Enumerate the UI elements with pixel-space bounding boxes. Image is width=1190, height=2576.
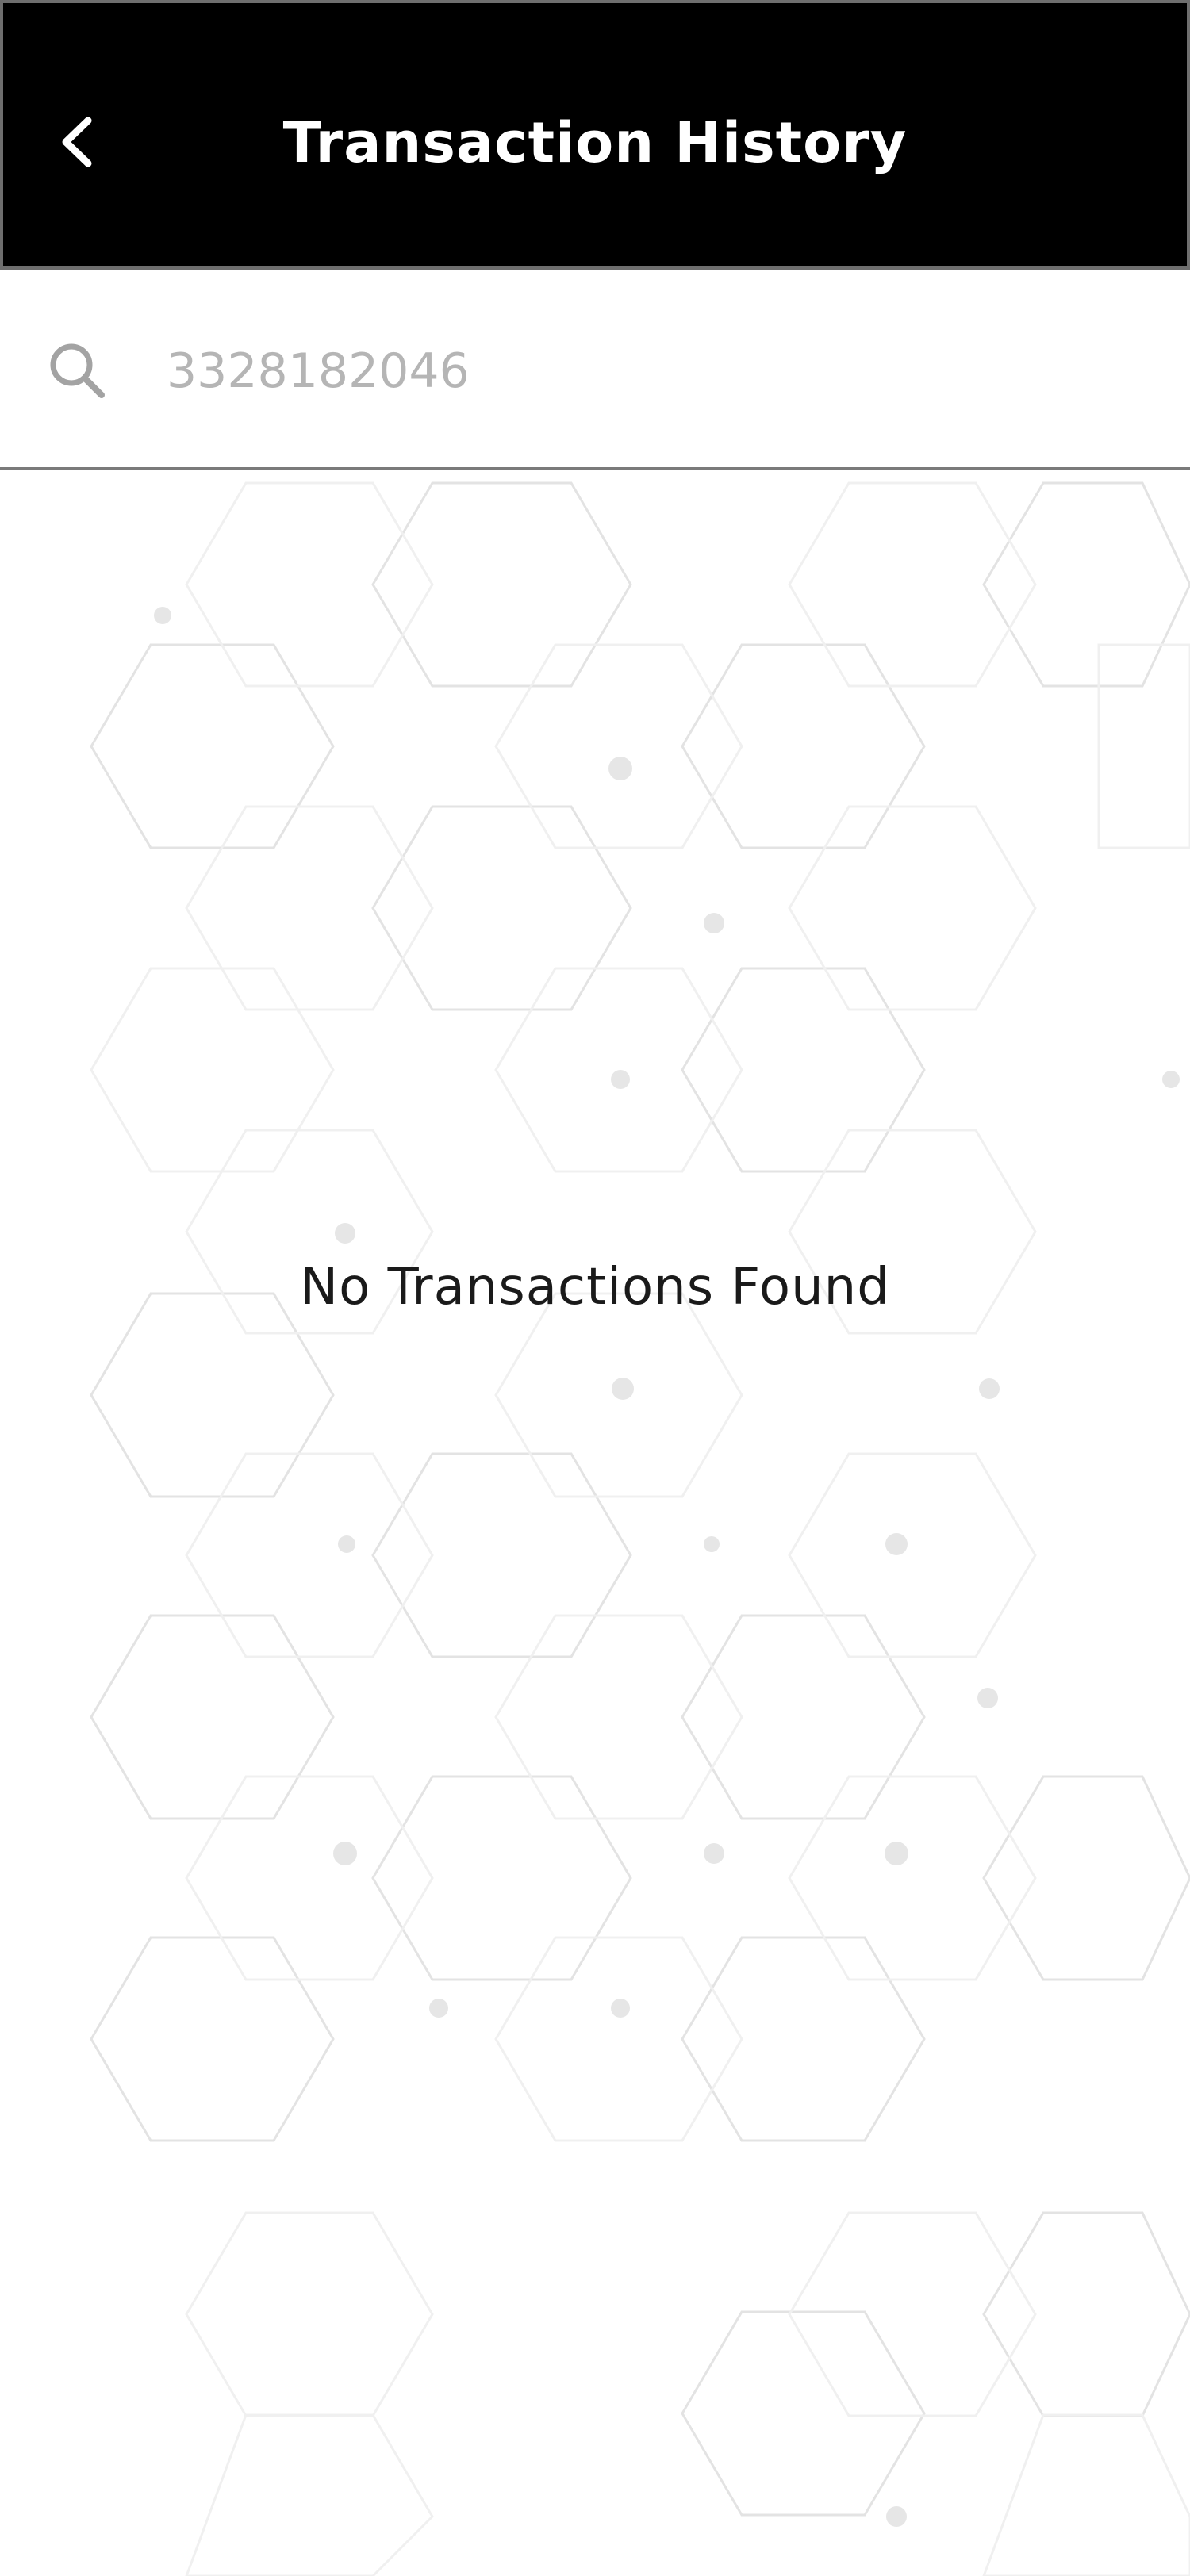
hexagon-background-pattern [90,481,1190,2576]
page-title: Transaction History [282,110,908,175]
search-input[interactable] [167,332,1119,411]
app-header: Transaction History [0,0,1190,270]
empty-state-message: No Transactions Found [300,1258,890,1317]
transaction-history-screen: Transaction History 3328182046 No Transa… [0,0,1190,2576]
search-icon [50,343,105,398]
